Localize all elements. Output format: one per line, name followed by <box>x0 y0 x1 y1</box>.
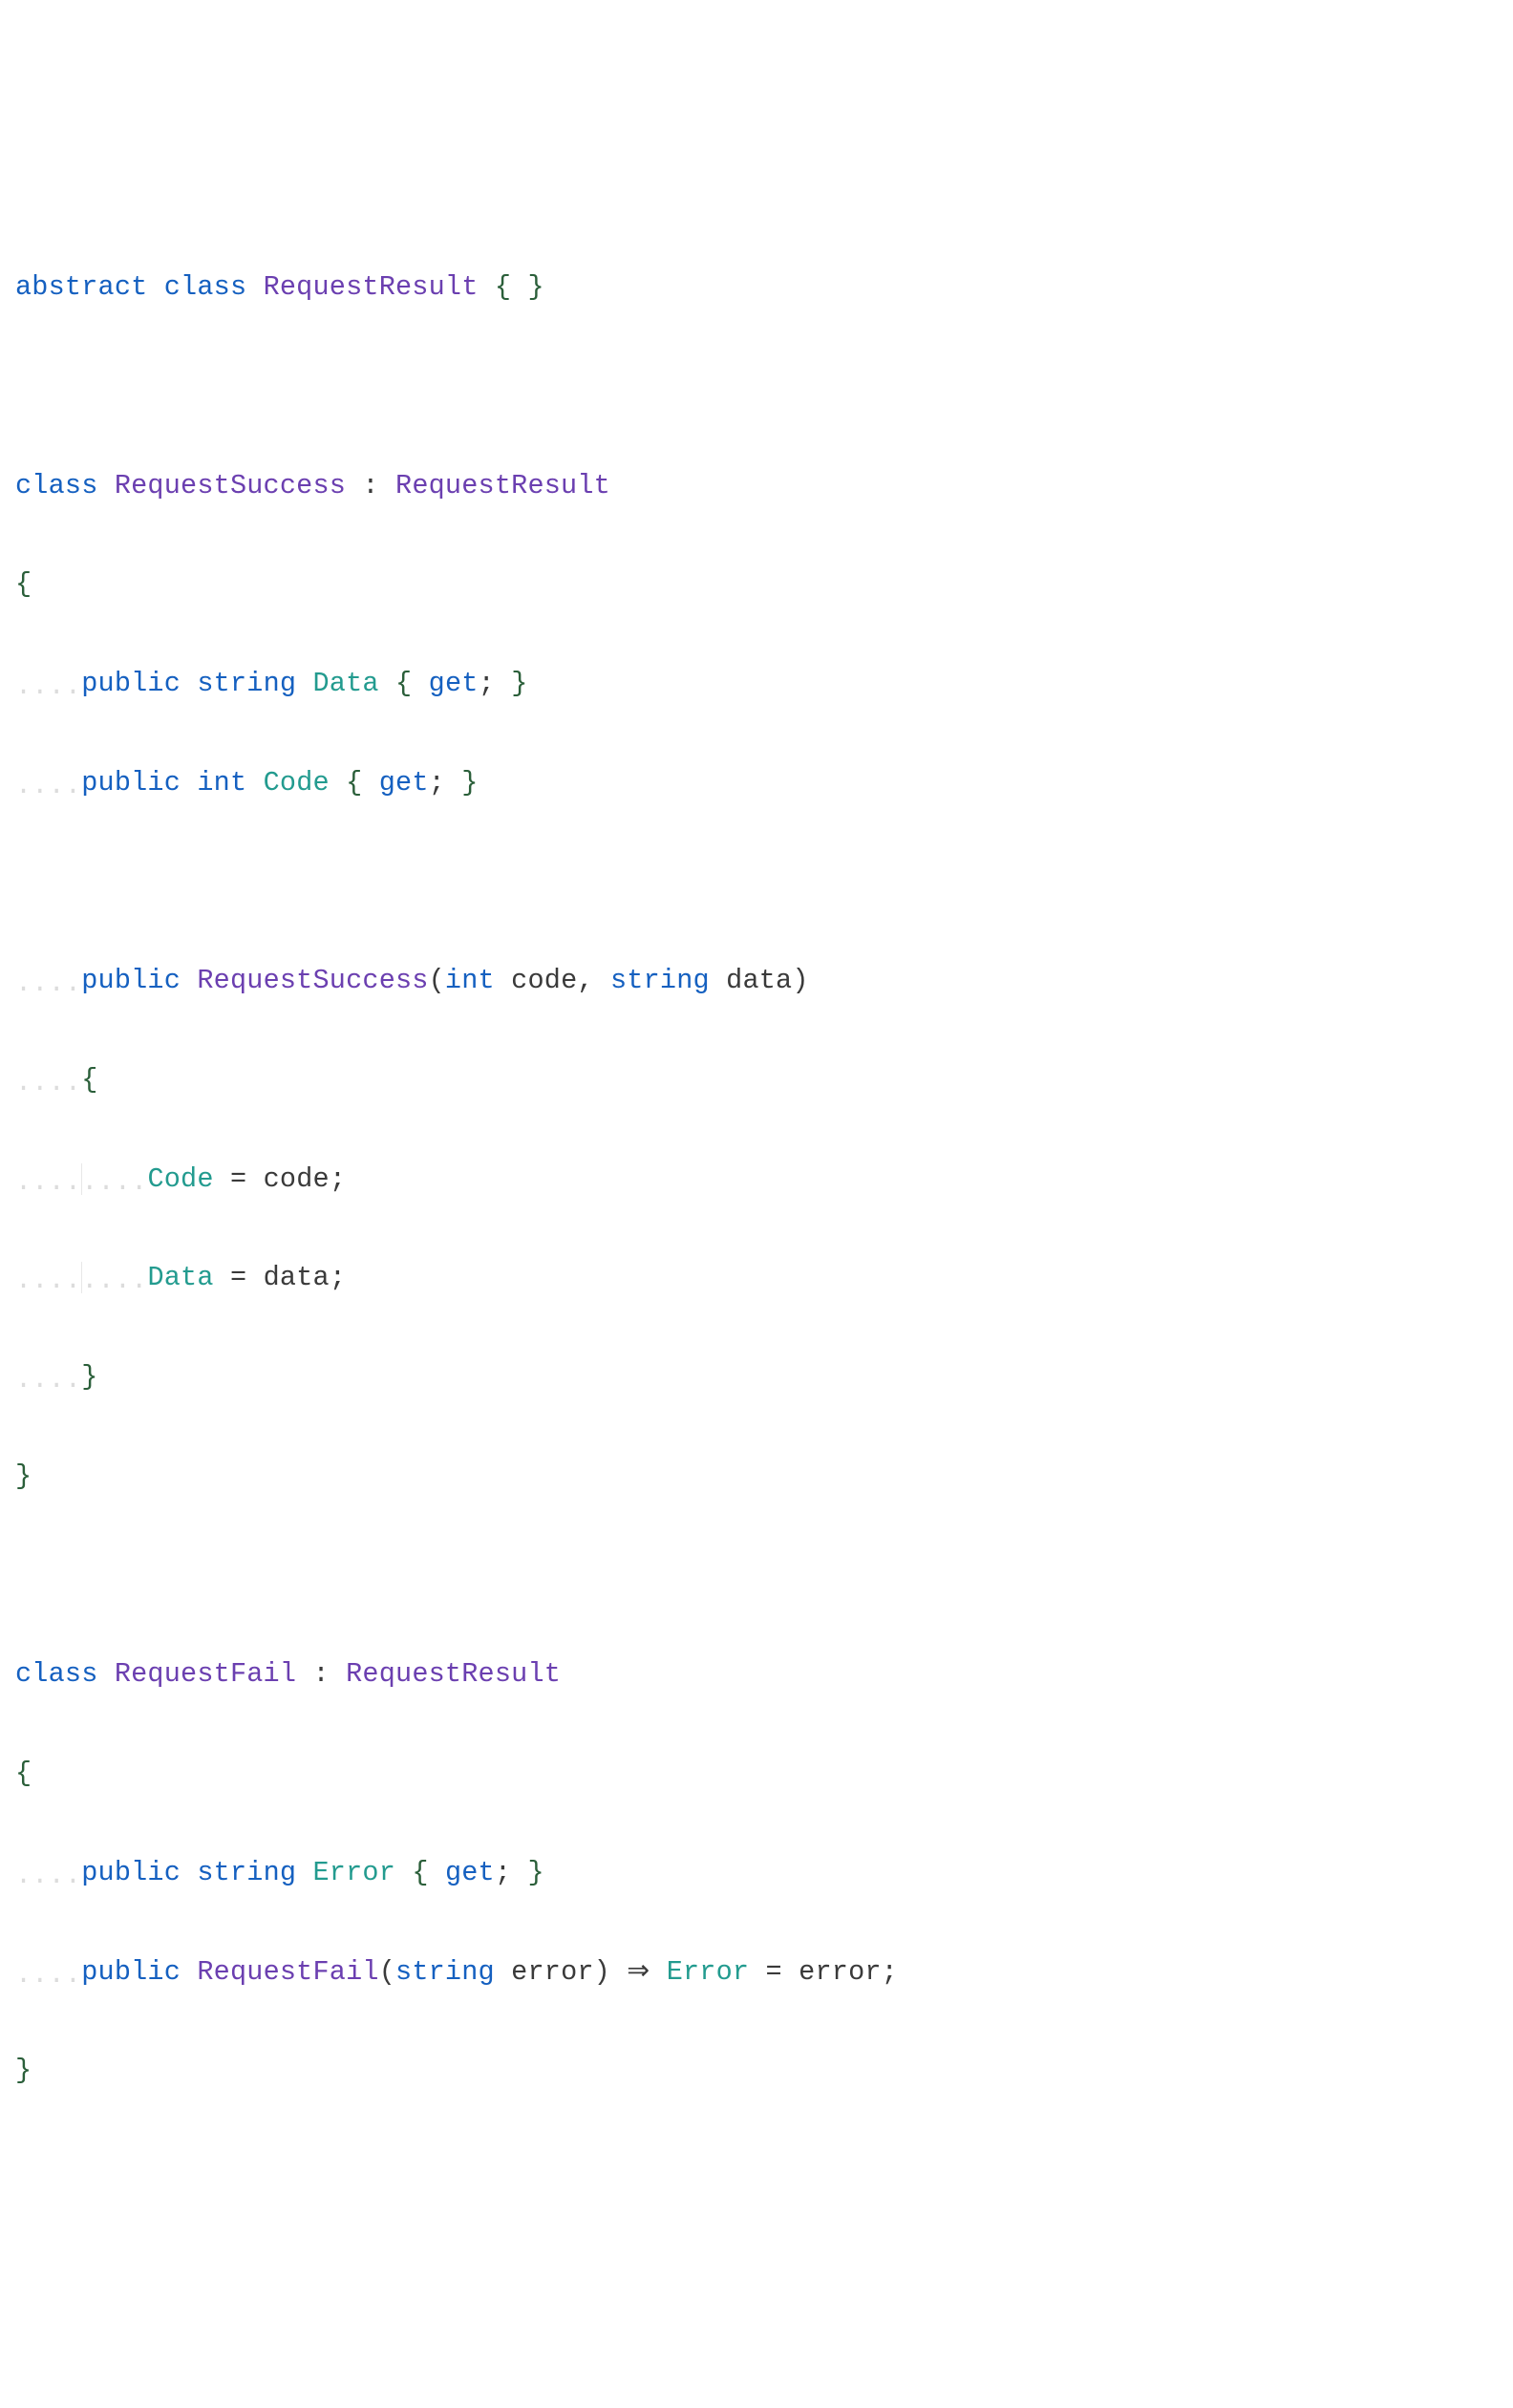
brace-close: } <box>81 1361 97 1393</box>
brace-open: { <box>15 1758 32 1789</box>
whitespace-icon <box>15 1262 81 1293</box>
semicolon: ; <box>330 1163 346 1195</box>
whitespace-icon <box>15 1956 81 1988</box>
brace-open: { <box>81 1064 97 1096</box>
code-line: public string Error { get; } <box>15 1848 1498 1898</box>
keyword-public: public <box>81 965 181 996</box>
code-line: public RequestFail(string error) ⇒ Error… <box>15 1948 1498 1997</box>
brace-close: } <box>15 1460 32 1492</box>
keyword-public: public <box>81 1956 181 1988</box>
colon: : <box>362 470 378 501</box>
keyword-int: int <box>445 965 495 996</box>
keyword-public: public <box>81 767 181 799</box>
keyword-get: get <box>445 1857 495 1888</box>
code-line: public int Code { get; } <box>15 758 1498 808</box>
brace-close: } <box>527 271 543 303</box>
whitespace-icon <box>15 1064 81 1096</box>
base-type: RequestResult <box>395 470 610 501</box>
keyword-class: class <box>15 470 98 501</box>
base-type: RequestResult <box>346 1658 561 1690</box>
keyword-public: public <box>81 1857 181 1888</box>
code-line: Code = code; <box>15 1155 1498 1204</box>
whitespace-icon <box>15 668 81 699</box>
comma: , <box>577 965 593 996</box>
brace-open: { <box>412 1857 428 1888</box>
semicolon: ; <box>429 767 445 799</box>
keyword-class: class <box>164 271 247 303</box>
keyword-public: public <box>81 668 181 699</box>
brace-open: { <box>495 271 511 303</box>
paren-open: ( <box>429 965 445 996</box>
property-ref: Error <box>667 1956 750 1988</box>
code-line: { <box>15 1055 1498 1105</box>
keyword-string: string <box>197 668 296 699</box>
variable-ref: code <box>264 1163 330 1195</box>
keyword-string: string <box>197 1857 296 1888</box>
code-line: } <box>15 2046 1498 2096</box>
equals: = <box>230 1262 246 1293</box>
keyword-int: int <box>197 767 246 799</box>
keyword-abstract: abstract <box>15 271 147 303</box>
property-name: Data <box>313 668 379 699</box>
code-line: } <box>15 1452 1498 1502</box>
code-block: abstract class RequestResult { } class R… <box>15 213 1498 2145</box>
brace-close: } <box>511 668 527 699</box>
property-ref: Code <box>147 1163 213 1195</box>
type-name: RequestResult <box>264 271 479 303</box>
type-name: RequestFail <box>115 1658 296 1690</box>
whitespace-icon <box>15 767 81 799</box>
brace-open: { <box>395 668 412 699</box>
whitespace-icon <box>81 1262 147 1293</box>
semicolon: ; <box>330 1262 346 1293</box>
code-line: class RequestSuccess : RequestResult <box>15 461 1498 511</box>
equals: = <box>230 1163 246 1195</box>
code-line: public RequestSuccess(int code, string d… <box>15 956 1498 1006</box>
colon: : <box>312 1658 329 1690</box>
keyword-string: string <box>395 1956 495 1988</box>
keyword-string: string <box>610 965 710 996</box>
constructor-name: RequestFail <box>197 1956 378 1988</box>
type-name: RequestSuccess <box>115 470 346 501</box>
constructor-name: RequestSuccess <box>197 965 428 996</box>
brace-close: } <box>461 767 478 799</box>
property-ref: Data <box>147 1262 213 1293</box>
param-name: data <box>726 965 792 996</box>
paren-close: ) <box>594 1956 610 1988</box>
whitespace-icon <box>81 1163 147 1195</box>
property-name: Error <box>313 1857 396 1888</box>
paren-close: ) <box>792 965 808 996</box>
brace-open: { <box>346 767 362 799</box>
semicolon: ; <box>882 1956 898 1988</box>
blank-line <box>15 858 1498 907</box>
code-line: { <box>15 1749 1498 1799</box>
code-line: } <box>15 1353 1498 1402</box>
whitespace-icon <box>15 965 81 996</box>
paren-open: ( <box>379 1956 395 1988</box>
code-line: Data = data; <box>15 1253 1498 1303</box>
whitespace-icon <box>15 1857 81 1888</box>
blank-line <box>15 362 1498 412</box>
param-name: error <box>511 1956 594 1988</box>
brace-open: { <box>15 568 32 600</box>
whitespace-icon <box>15 1163 81 1195</box>
semicolon: ; <box>495 1857 511 1888</box>
blank-line <box>15 1551 1498 1601</box>
param-name: code <box>511 965 577 996</box>
keyword-get: get <box>429 668 479 699</box>
semicolon: ; <box>479 668 495 699</box>
equals: = <box>766 1956 782 1988</box>
brace-close: } <box>528 1857 544 1888</box>
code-line: public string Data { get; } <box>15 659 1498 709</box>
variable-ref: error <box>799 1956 882 1988</box>
brace-close: } <box>15 2055 32 2086</box>
keyword-get: get <box>379 767 429 799</box>
whitespace-icon <box>15 1361 81 1393</box>
variable-ref: data <box>264 1262 330 1293</box>
code-line: class RequestFail : RequestResult <box>15 1650 1498 1699</box>
property-name: Code <box>264 767 330 799</box>
code-line: { <box>15 560 1498 609</box>
code-line: abstract class RequestResult { } <box>15 263 1498 312</box>
arrow-icon: ⇒ <box>627 1956 650 1988</box>
keyword-class: class <box>15 1658 98 1690</box>
